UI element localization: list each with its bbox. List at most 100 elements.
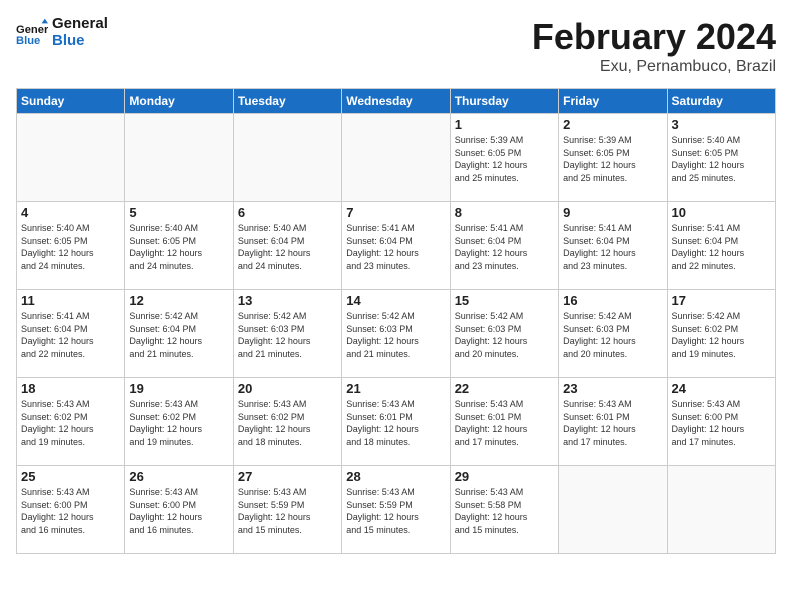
day-number: 28: [346, 469, 445, 484]
weekday-header-sunday: Sunday: [17, 89, 125, 114]
logo: General Blue General Blue: [16, 16, 108, 49]
calendar-cell: 11 Sunrise: 5:41 AM Sunset: 6:04 PM Dayli…: [17, 290, 125, 378]
day-number: 15: [455, 293, 554, 308]
day-info: Sunrise: 5:42 AM Sunset: 6:03 PM Dayligh…: [238, 310, 337, 360]
calendar-cell: [342, 114, 450, 202]
day-number: 13: [238, 293, 337, 308]
calendar-cell: [667, 466, 775, 554]
weekday-header-monday: Monday: [125, 89, 233, 114]
calendar-cell: 9Sunrise: 5:41 AM Sunset: 6:04 PM Daylig…: [559, 202, 667, 290]
calendar-cell: 22 Sunrise: 5:43 AM Sunset: 6:01 PM Dayli…: [450, 378, 558, 466]
svg-text:General: General: [16, 24, 48, 36]
day-info: Sunrise: 5:42 AM Sunset: 6:04 PM Dayligh…: [129, 310, 228, 360]
day-info: Sunrise: 5:40 AM Sunset: 6:05 PM Dayligh…: [672, 134, 771, 184]
day-number: 26: [129, 469, 228, 484]
logo-icon: General Blue: [16, 17, 48, 49]
calendar-table: SundayMondayTuesdayWednesdayThursdayFrid…: [16, 88, 776, 554]
day-info: Sunrise: 5:41 AM Sunset: 6:04 PM Dayligh…: [21, 310, 120, 360]
logo-blue: Blue: [52, 32, 85, 49]
day-number: 22: [455, 381, 554, 396]
calendar-cell: 7 Sunrise: 5:41 AM Sunset: 6:04 PM Daylig…: [342, 202, 450, 290]
calendar-cell: 28 Sunrise: 5:43 AM Sunset: 5:59 PM Dayli…: [342, 466, 450, 554]
day-number: 27: [238, 469, 337, 484]
day-number: 20: [238, 381, 337, 396]
title-block: February 2024 Exu, Pernambuco, Brazil: [532, 16, 776, 76]
day-number: 12: [129, 293, 228, 308]
day-number: 19: [129, 381, 228, 396]
calendar-cell: 2Sunrise: 5:39 AM Sunset: 6:05 PM Daylig…: [559, 114, 667, 202]
day-info: Sunrise: 5:40 AM Sunset: 6:05 PM Dayligh…: [129, 222, 228, 272]
day-info: Sunrise: 5:43 AM Sunset: 6:01 PM Dayligh…: [455, 398, 554, 448]
weekday-header-friday: Friday: [559, 89, 667, 114]
day-number: 3: [672, 117, 771, 132]
day-info: Sunrise: 5:43 AM Sunset: 5:58 PM Dayligh…: [455, 486, 554, 536]
week-row-1: 1 Sunrise: 5:39 AM Sunset: 6:05 PM Daylig…: [17, 114, 776, 202]
calendar-cell: 15Sunrise: 5:42 AM Sunset: 6:03 PM Dayli…: [450, 290, 558, 378]
weekday-header-wednesday: Wednesday: [342, 89, 450, 114]
day-number: 24: [672, 381, 771, 396]
calendar-cell: 23 Sunrise: 5:43 AM Sunset: 6:01 PM Dayli…: [559, 378, 667, 466]
calendar-cell: 4Sunrise: 5:40 AM Sunset: 6:05 PM Daylig…: [17, 202, 125, 290]
day-number: 29: [455, 469, 554, 484]
day-number: 7: [346, 205, 445, 220]
day-number: 1: [455, 117, 554, 132]
calendar-cell: 18 Sunrise: 5:43 AM Sunset: 6:02 PM Dayli…: [17, 378, 125, 466]
calendar-cell: 21Sunrise: 5:43 AM Sunset: 6:01 PM Dayli…: [342, 378, 450, 466]
day-info: Sunrise: 5:41 AM Sunset: 6:04 PM Dayligh…: [455, 222, 554, 272]
day-number: 4: [21, 205, 120, 220]
calendar-cell: 29 Sunrise: 5:43 AM Sunset: 5:58 PM Dayli…: [450, 466, 558, 554]
week-row-2: 4 Sunrise: 5:40 AM Sunset: 6:05 PM Daylig…: [17, 202, 776, 290]
day-info: Sunrise: 5:41 AM Sunset: 6:04 PM Dayligh…: [346, 222, 445, 272]
day-number: 2: [563, 117, 662, 132]
day-info: Sunrise: 5:42 AM Sunset: 6:03 PM Dayligh…: [563, 310, 662, 360]
calendar-cell: 14 Sunrise: 5:42 AM Sunset: 6:03 PM Dayli…: [342, 290, 450, 378]
month-title: February 2024: [532, 16, 776, 58]
calendar-cell: 12 Sunrise: 5:42 AM Sunset: 6:04 PM Dayli…: [125, 290, 233, 378]
day-number: 8: [455, 205, 554, 220]
day-number: 25: [21, 469, 120, 484]
calendar-cell: 19 Sunrise: 5:43 AM Sunset: 6:02 PM Dayli…: [125, 378, 233, 466]
day-info: Sunrise: 5:41 AM Sunset: 6:04 PM Dayligh…: [672, 222, 771, 272]
day-number: 9: [563, 205, 662, 220]
location: Exu, Pernambuco, Brazil: [532, 58, 776, 76]
calendar-cell: 1 Sunrise: 5:39 AM Sunset: 6:05 PM Daylig…: [450, 114, 558, 202]
day-info: Sunrise: 5:42 AM Sunset: 6:02 PM Dayligh…: [672, 310, 771, 360]
day-info: Sunrise: 5:42 AM Sunset: 6:03 PM Dayligh…: [346, 310, 445, 360]
day-number: 23: [563, 381, 662, 396]
calendar-cell: 5 Sunrise: 5:40 AM Sunset: 6:05 PM Daylig…: [125, 202, 233, 290]
svg-text:Blue: Blue: [16, 35, 40, 47]
calendar-cell: 17 Sunrise: 5:42 AM Sunset: 6:02 PM Dayli…: [667, 290, 775, 378]
weekday-header-saturday: Saturday: [667, 89, 775, 114]
day-info: Sunrise: 5:43 AM Sunset: 6:02 PM Dayligh…: [129, 398, 228, 448]
day-number: 14: [346, 293, 445, 308]
week-row-4: 18 Sunrise: 5:43 AM Sunset: 6:02 PM Dayli…: [17, 378, 776, 466]
day-number: 5: [129, 205, 228, 220]
day-info: Sunrise: 5:43 AM Sunset: 5:59 PM Dayligh…: [346, 486, 445, 536]
day-number: 18: [21, 381, 120, 396]
calendar-cell: 25 Sunrise: 5:43 AM Sunset: 6:00 PM Dayli…: [17, 466, 125, 554]
day-info: Sunrise: 5:43 AM Sunset: 6:00 PM Dayligh…: [129, 486, 228, 536]
calendar-cell: 24Sunrise: 5:43 AM Sunset: 6:00 PM Dayli…: [667, 378, 775, 466]
calendar-cell: 26 Sunrise: 5:43 AM Sunset: 6:00 PM Dayli…: [125, 466, 233, 554]
day-number: 16: [563, 293, 662, 308]
day-number: 10: [672, 205, 771, 220]
day-info: Sunrise: 5:43 AM Sunset: 6:02 PM Dayligh…: [238, 398, 337, 448]
calendar-cell: 8 Sunrise: 5:41 AM Sunset: 6:04 PM Daylig…: [450, 202, 558, 290]
calendar-cell: [17, 114, 125, 202]
weekday-header-thursday: Thursday: [450, 89, 558, 114]
week-row-5: 25 Sunrise: 5:43 AM Sunset: 6:00 PM Dayli…: [17, 466, 776, 554]
week-row-3: 11 Sunrise: 5:41 AM Sunset: 6:04 PM Dayli…: [17, 290, 776, 378]
calendar-cell: 16 Sunrise: 5:42 AM Sunset: 6:03 PM Dayli…: [559, 290, 667, 378]
weekday-header-row: SundayMondayTuesdayWednesdayThursdayFrid…: [17, 89, 776, 114]
calendar-cell: 13 Sunrise: 5:42 AM Sunset: 6:03 PM Dayli…: [233, 290, 341, 378]
logo-general: General: [52, 15, 108, 32]
calendar-cell: 20 Sunrise: 5:43 AM Sunset: 6:02 PM Dayli…: [233, 378, 341, 466]
day-info: Sunrise: 5:43 AM Sunset: 6:01 PM Dayligh…: [346, 398, 445, 448]
page-header: General Blue General Blue February 2024 …: [16, 16, 776, 76]
day-info: Sunrise: 5:39 AM Sunset: 6:05 PM Dayligh…: [455, 134, 554, 184]
day-info: Sunrise: 5:43 AM Sunset: 6:01 PM Dayligh…: [563, 398, 662, 448]
day-info: Sunrise: 5:43 AM Sunset: 6:00 PM Dayligh…: [21, 486, 120, 536]
day-number: 11: [21, 293, 120, 308]
day-info: Sunrise: 5:43 AM Sunset: 6:02 PM Dayligh…: [21, 398, 120, 448]
day-number: 17: [672, 293, 771, 308]
